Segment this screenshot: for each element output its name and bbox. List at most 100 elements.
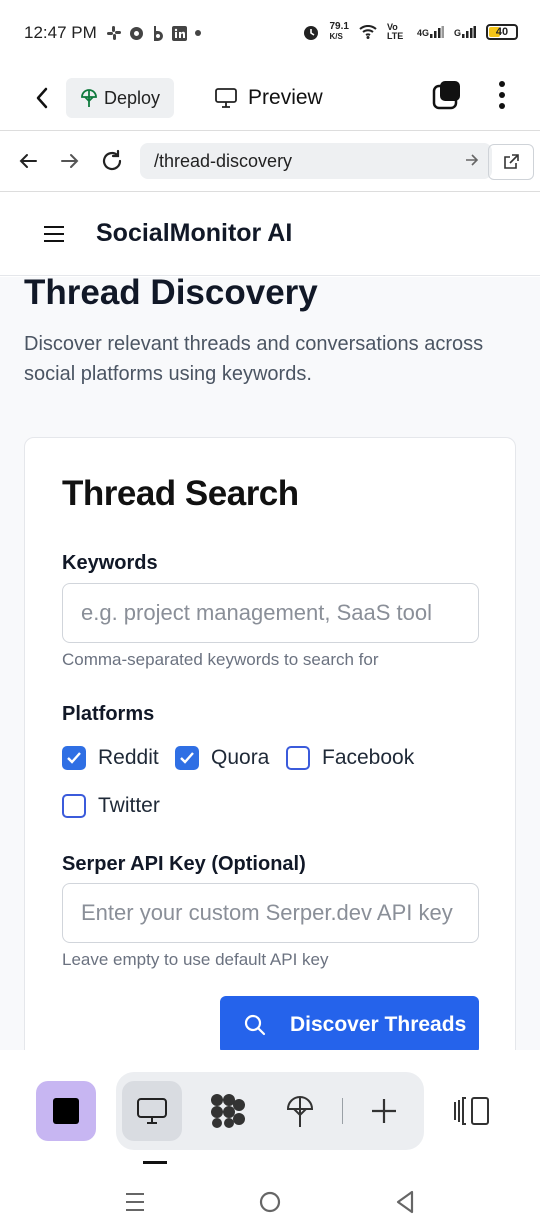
- api-key-label: Serper API Key (Optional): [62, 853, 306, 875]
- notification-icons: [106, 25, 201, 41]
- linkedin-icon: [171, 25, 187, 41]
- hamburger-line: [44, 239, 64, 242]
- alarm-icon: [303, 26, 318, 40]
- signal-4g: 4G: [417, 26, 444, 38]
- platforms-label: Platforms: [62, 703, 155, 725]
- layout-icon: [454, 1097, 489, 1125]
- platform-checkbox-facebook[interactable]: Facebook: [286, 746, 414, 770]
- battery-indicator: 40: [486, 24, 518, 40]
- check-icon: [180, 752, 194, 764]
- checkbox-checked[interactable]: [62, 746, 86, 770]
- preview-button[interactable]: Preview: [214, 86, 323, 110]
- slack-icon: [106, 26, 121, 40]
- reload-button[interactable]: [96, 145, 128, 177]
- url-text: /thread-discovery: [154, 150, 293, 171]
- api-key-input[interactable]: [62, 883, 479, 943]
- menu-dot: [499, 81, 505, 87]
- more-options-button[interactable]: [496, 78, 508, 112]
- deploy-button[interactable]: Deploy: [66, 78, 175, 118]
- check-icon: [67, 752, 81, 764]
- checkbox-unchecked[interactable]: [62, 794, 86, 818]
- bottom-toolbar: [0, 1050, 540, 1230]
- menu-dot: [499, 103, 505, 109]
- open-external-button[interactable]: [488, 144, 534, 180]
- dot-icon: [194, 30, 201, 36]
- workflow-view-button[interactable]: [198, 1081, 258, 1141]
- keywords-label: Keywords: [62, 552, 158, 574]
- deploy-icon: [81, 89, 97, 107]
- tabs-button[interactable]: [430, 78, 464, 112]
- api-key-hint: Leave empty to use default API key: [62, 950, 329, 969]
- monitor-icon: [137, 1098, 167, 1124]
- status-time: 12:47 PM: [24, 23, 97, 42]
- b-app-icon: [153, 25, 163, 41]
- workflow-icon: [211, 1094, 245, 1128]
- app-icon: [129, 26, 143, 40]
- volte-indicator: Vo LTE: [386, 22, 404, 41]
- add-button[interactable]: [354, 1081, 414, 1141]
- arrow-right-icon: [61, 154, 79, 168]
- deploy-icon: [286, 1096, 314, 1127]
- nav-back-button[interactable]: [12, 145, 44, 177]
- arrow-left-icon: [19, 154, 37, 168]
- checkbox-label: Quora: [211, 746, 270, 769]
- platform-checkbox-reddit[interactable]: Reddit: [62, 746, 159, 770]
- checkbox-checked[interactable]: [175, 746, 199, 770]
- site-navbar: SocialMonitor AI: [0, 192, 540, 276]
- layout-toggle-button[interactable]: [452, 1094, 496, 1128]
- net-speed: 79.1 K/S: [329, 21, 349, 42]
- platform-checkbox-twitter[interactable]: Twitter: [62, 794, 160, 818]
- discover-threads-button[interactable]: Discover Threads: [220, 996, 479, 1050]
- deploy-view-button[interactable]: [270, 1081, 330, 1141]
- active-indicator: [143, 1161, 167, 1164]
- keywords-input[interactable]: [62, 583, 479, 643]
- checkbox-label: Reddit: [98, 746, 159, 769]
- back-nav-icon[interactable]: [394, 1190, 416, 1214]
- signal-g: G: [454, 26, 476, 38]
- stop-icon: [53, 1098, 79, 1124]
- platform-checkbox-quora[interactable]: Quora: [175, 746, 269, 770]
- checkbox-label: Facebook: [322, 746, 415, 769]
- back-button[interactable]: [20, 76, 64, 120]
- page-title: Thread Discovery: [24, 277, 318, 312]
- checkbox-label: Twitter: [98, 794, 160, 817]
- thread-search-card: Thread Search Keywords Comma-separated k…: [24, 437, 516, 1050]
- menu-dot: [499, 92, 505, 98]
- reload-icon: [102, 149, 122, 171]
- checkbox-unchecked[interactable]: [286, 746, 310, 770]
- system-navigation: [0, 1180, 540, 1230]
- page-description: Discover relevant threads and conversati…: [24, 333, 484, 385]
- deploy-label: Deploy: [104, 87, 161, 108]
- hamburger-line: [44, 232, 64, 235]
- main-content: Thread Discovery Discover relevant threa…: [0, 277, 540, 1050]
- hamburger-menu-button[interactable]: [44, 225, 64, 242]
- discover-threads-label: Discover Threads: [290, 1013, 467, 1036]
- stop-button[interactable]: [36, 1081, 96, 1141]
- nav-forward-button[interactable]: [54, 145, 86, 177]
- preview-view-button[interactable]: [122, 1081, 182, 1141]
- monitor-icon: [215, 88, 237, 108]
- recents-icon[interactable]: [124, 1191, 146, 1213]
- preview-label: Preview: [248, 86, 323, 109]
- signal-bars-icon: [429, 26, 444, 38]
- tabs-icon: [432, 81, 460, 110]
- url-field[interactable]: /thread-discovery: [140, 143, 492, 179]
- plus-icon: [372, 1099, 396, 1123]
- hamburger-line: [44, 225, 64, 228]
- toolbar-divider: [342, 1098, 343, 1124]
- view-switcher: [116, 1072, 424, 1150]
- url-bar: /thread-discovery: [0, 130, 540, 192]
- brand-name[interactable]: SocialMonitor AI: [96, 219, 292, 248]
- app-header: Deploy Preview: [0, 66, 540, 130]
- go-arrow-icon[interactable]: [464, 151, 480, 169]
- keywords-hint: Comma-separated keywords to search for: [62, 650, 379, 669]
- chevron-left-icon: [36, 87, 48, 109]
- card-title: Thread Search: [62, 474, 299, 513]
- status-bar: 12:47 PM 79.1 K/S Vo LTE 4G G 40: [0, 0, 540, 66]
- external-link-icon: [504, 154, 519, 169]
- search-icon: [244, 1014, 266, 1036]
- wifi-icon: [359, 25, 377, 39]
- home-icon[interactable]: [258, 1190, 282, 1214]
- system-indicators: 79.1 K/S Vo LTE 4G G 40: [302, 21, 518, 42]
- signal-bars-2-icon: [462, 26, 476, 38]
